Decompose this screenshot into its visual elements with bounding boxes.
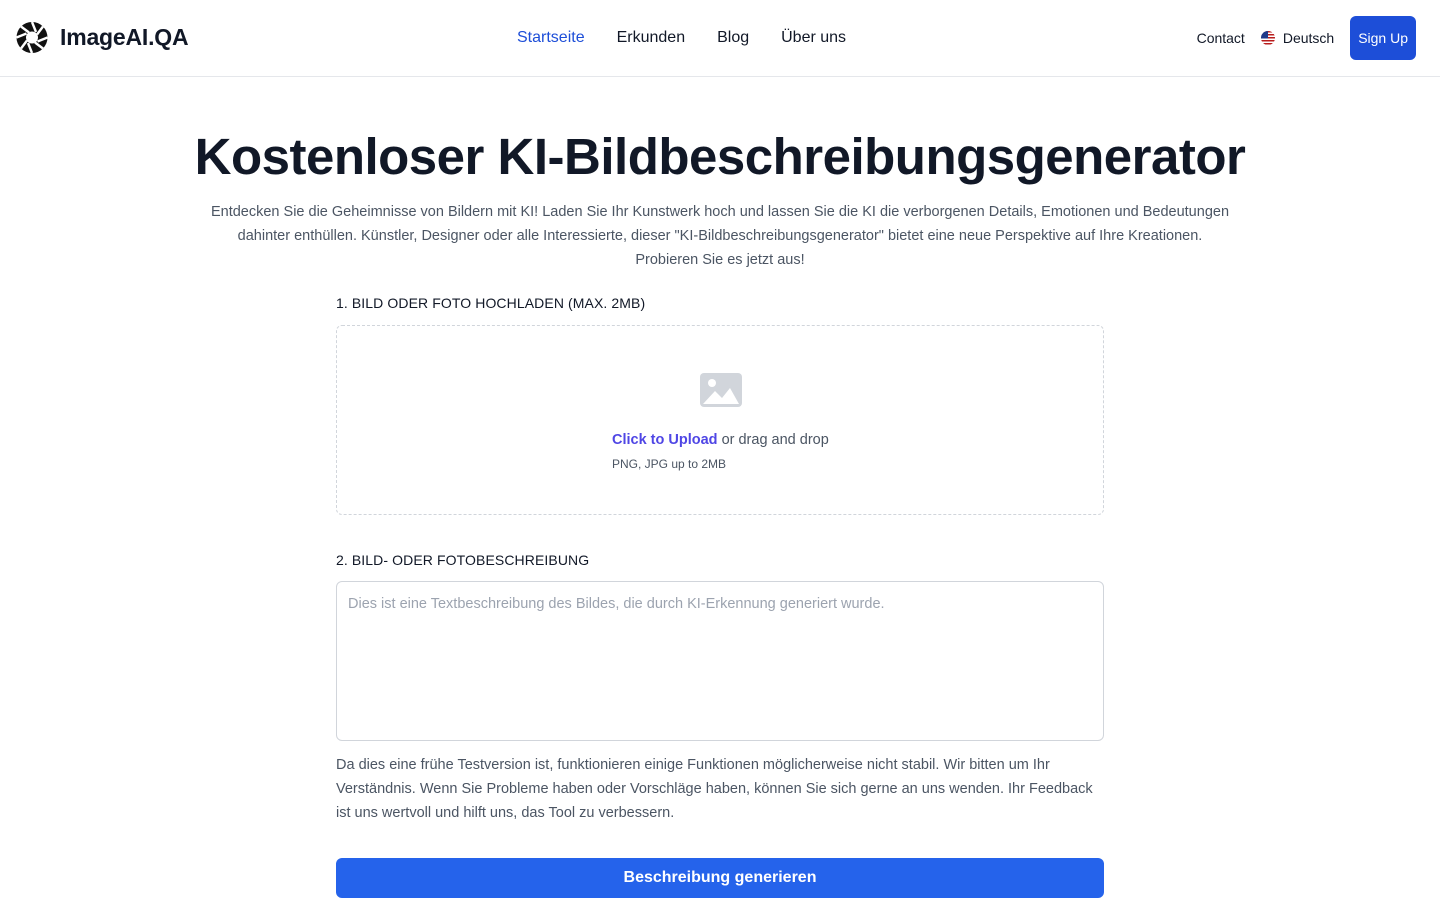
beta-notice: Da dies eine frühe Testversion ist, funk… (336, 757, 1093, 821)
upload-dropzone[interactable]: Click to Upload or drag and drop PNG, JP… (336, 325, 1104, 515)
language-label: Deutsch (1282, 30, 1335, 46)
description-textarea[interactable] (336, 581, 1104, 741)
brand-name: ImageAI.QA (60, 24, 189, 50)
generator-form: 1. BILD ODER FOTO HOCHLADEN (MAX. 2MB) C… (336, 292, 1104, 898)
click-to-upload-link[interactable]: Click to Upload (612, 432, 718, 448)
page-subtitle: Entdecken Sie die Geheimnisse von Bilder… (210, 204, 1230, 268)
description-label: 2. BILD- ODER FOTOBESCHREIBUNG (336, 552, 590, 568)
generate-description-button[interactable]: Beschreibung generieren (336, 858, 1104, 898)
nav-item-erkunden[interactable]: Erkunden (617, 28, 686, 48)
nav-item-blog[interactable]: Blog (717, 28, 749, 48)
language-selector[interactable]: Deutsch (1260, 30, 1335, 46)
upload-label: 1. BILD ODER FOTO HOCHLADEN (MAX. 2MB) (336, 295, 646, 311)
image-icon (700, 373, 742, 407)
main-nav: Startseite Erkunden Blog Über uns (517, 28, 846, 48)
contact-link[interactable]: Contact (1197, 30, 1245, 46)
upload-hint: PNG, JPG up to 2MB (612, 457, 727, 471)
page-title: Kostenloser KI-Bildbeschreibungsgenerato… (194, 128, 1246, 185)
nav-item-startseite[interactable]: Startseite (517, 28, 585, 48)
aperture-logo-icon (16, 21, 48, 54)
header-actions: Contact Deutsch Sign Up (1197, 16, 1416, 60)
us-flag-icon (1260, 31, 1275, 45)
nav-item-ueber-uns[interactable]: Über uns (781, 28, 846, 48)
upload-instructions: Click to Upload or drag and drop (612, 432, 829, 448)
sign-up-button[interactable]: Sign Up (1350, 16, 1416, 60)
drag-drop-text: or drag and drop (717, 432, 829, 448)
site-header: ImageAI.QA Startseite Erkunden Blog Über… (0, 0, 1440, 77)
brand-logo-link[interactable]: ImageAI.QA (16, 21, 189, 54)
